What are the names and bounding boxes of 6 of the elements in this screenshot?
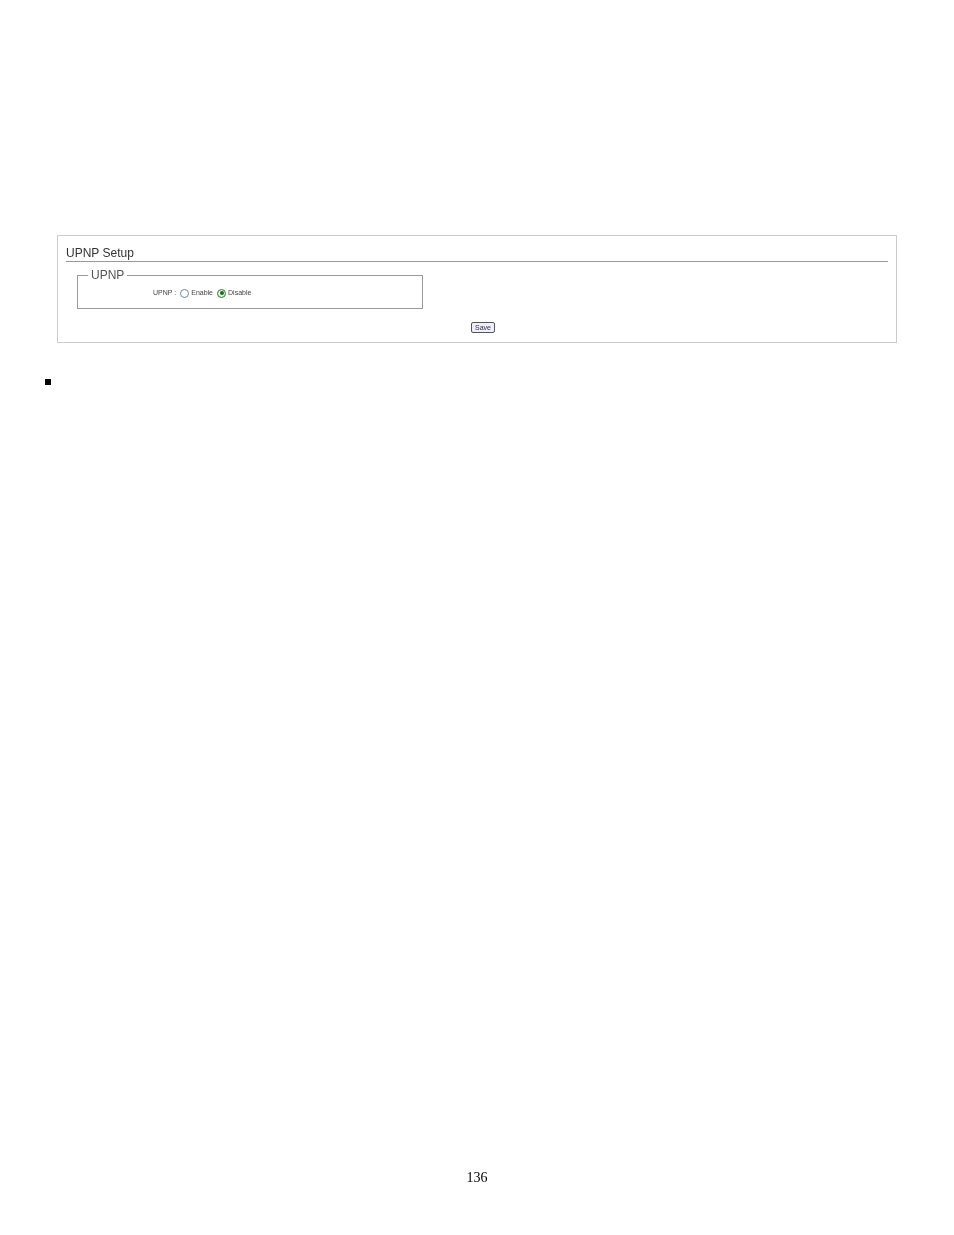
page-number: 136 <box>466 1169 488 1187</box>
group-legend: UPNP <box>88 268 128 282</box>
panel-title: UPNP Setup <box>66 246 888 262</box>
bullet-icon <box>45 379 51 385</box>
radio-icon[interactable] <box>180 288 190 298</box>
radio-icon[interactable] <box>217 288 226 298</box>
